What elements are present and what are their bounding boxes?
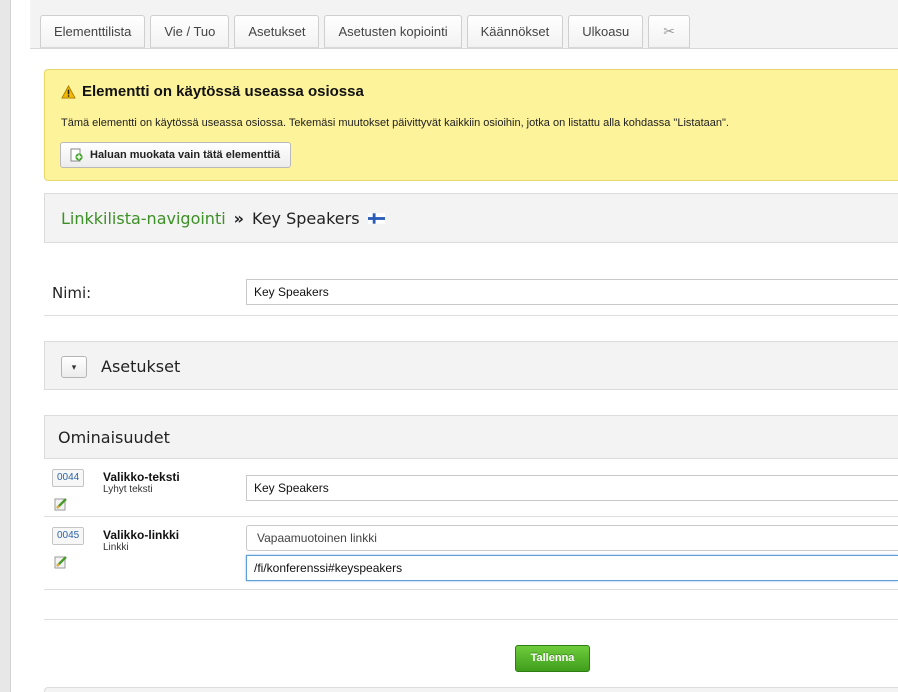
next-section-edge — [44, 687, 898, 692]
property-name: Valikko-teksti — [103, 470, 180, 484]
edit-only-this-label: Haluan muokata vain tätä elementtiä — [90, 149, 281, 161]
menu-link-input[interactable]: /fi/konferenssi#keyspeakers — [246, 555, 898, 581]
breadcrumb-separator: » — [233, 209, 245, 228]
save-button[interactable]: Tallenna — [515, 645, 590, 672]
warning-title-text: Elementti on käytössä useassa osiossa — [82, 83, 364, 100]
edit-pencil-icon[interactable] — [54, 497, 68, 511]
link-type-select[interactable]: Vapaamuotoinen linkki — [246, 525, 898, 551]
page-add-icon — [70, 148, 83, 162]
settings-section: ▾ Asetukset — [44, 341, 898, 390]
breadcrumb: Linkkilista-navigointi » Key Speakers — [61, 209, 385, 228]
properties-section-header: Ominaisuudet — [44, 415, 898, 459]
warning-text: Tämä elementti on käytössä useassa osios… — [61, 117, 729, 129]
properties-title: Ominaisuudet — [58, 428, 170, 447]
left-sidebar-edge — [0, 0, 11, 692]
menu-text-input[interactable]: Key Speakers — [246, 475, 898, 501]
divider — [44, 619, 898, 620]
name-row: Nimi: Key Speakers — [44, 269, 898, 316]
chevron-down-icon: ▾ — [71, 361, 77, 372]
property-id-badge[interactable]: 0044 — [52, 469, 85, 487]
name-input[interactable]: Key Speakers — [246, 279, 898, 305]
breadcrumb-parent-link[interactable]: Linkkilista-navigointi — [61, 209, 226, 228]
name-label: Nimi: — [52, 284, 92, 302]
warning-icon — [61, 84, 76, 99]
main-content: Elementti on käytössä useassa osiossa Tä… — [44, 0, 898, 692]
property-row: 0045 Valikko-linkki Linkki Vapaamuotoine… — [44, 517, 898, 590]
settings-toggle-button[interactable]: ▾ — [61, 356, 87, 378]
finnish-flag-icon — [367, 213, 385, 224]
property-type: Linkki — [103, 542, 129, 553]
breadcrumb-bar: Linkkilista-navigointi » Key Speakers — [44, 193, 898, 243]
warning-title: Elementti on käytössä useassa osiossa — [61, 83, 364, 100]
property-name: Valikko-linkki — [103, 528, 180, 542]
warning-box: Elementti on käytössä useassa osiossa Tä… — [44, 69, 898, 181]
property-row: 0044 Valikko-teksti Lyhyt teksti Key Spe… — [44, 459, 898, 517]
edit-only-this-button[interactable]: Haluan muokata vain tätä elementtiä — [60, 142, 292, 168]
breadcrumb-current: Key Speakers — [252, 209, 360, 228]
edit-pencil-icon[interactable] — [54, 555, 68, 569]
property-id-badge[interactable]: 0045 — [52, 527, 85, 545]
property-type: Lyhyt teksti — [103, 484, 153, 495]
settings-section-title[interactable]: Asetukset — [101, 357, 180, 376]
